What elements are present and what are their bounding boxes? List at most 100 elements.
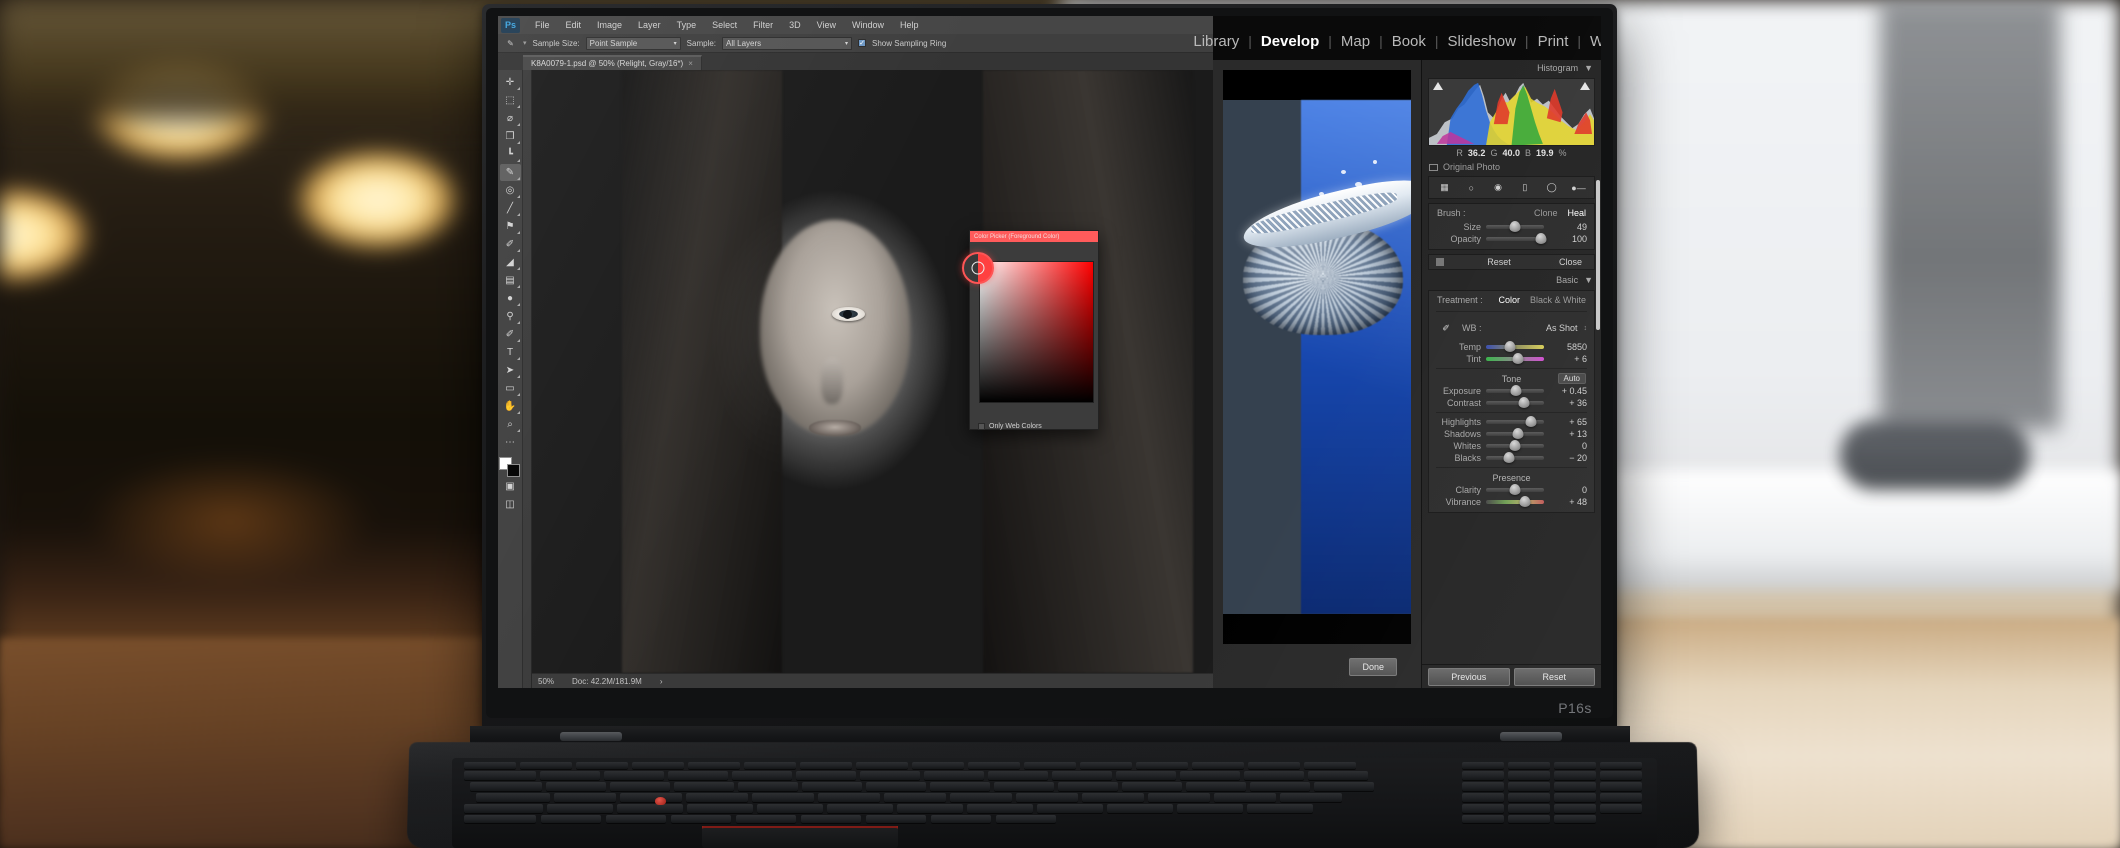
- keyboard-key[interactable]: [866, 782, 926, 791]
- numpad-key[interactable]: [1508, 771, 1550, 780]
- sample-size-dropdown[interactable]: Point Sample ▾: [586, 37, 681, 50]
- numpad-key[interactable]: [1600, 804, 1642, 813]
- keyboard-key[interactable]: [897, 804, 963, 813]
- numpad-key[interactable]: [1462, 771, 1504, 780]
- keyboard-key[interactable]: [1186, 782, 1246, 791]
- sample-dropdown[interactable]: All Layers ▾: [722, 37, 852, 50]
- tint-slider[interactable]: [1486, 357, 1544, 361]
- spot-healing-tool[interactable]: ◎: [500, 182, 521, 199]
- keyboard-key[interactable]: [687, 804, 753, 813]
- keyboard-key[interactable]: [1037, 804, 1103, 813]
- keyboard-key[interactable]: [604, 771, 664, 780]
- keyboard-key[interactable]: [967, 804, 1033, 813]
- clarity-slider[interactable]: [1486, 488, 1544, 492]
- wb-value[interactable]: As Shot: [1546, 323, 1578, 333]
- keyboard-key[interactable]: [950, 793, 1012, 802]
- numpad-key[interactable]: [1600, 762, 1642, 769]
- background-color-swatch[interactable]: [507, 464, 520, 477]
- keyboard-key[interactable]: [1180, 771, 1240, 780]
- keyboard-key[interactable]: [1122, 782, 1182, 791]
- more-tools-icon[interactable]: ⋯: [500, 434, 521, 451]
- keyboard-key[interactable]: [738, 782, 798, 791]
- keyboard-key[interactable]: [988, 771, 1048, 780]
- menu-help[interactable]: Help: [892, 20, 927, 30]
- keyboard-key[interactable]: [668, 771, 728, 780]
- keyboard-key[interactable]: [744, 762, 796, 769]
- quick-mask-icon[interactable]: ▣: [500, 478, 521, 495]
- numpad-key[interactable]: [1554, 793, 1596, 802]
- keyboard-key[interactable]: [1247, 804, 1313, 813]
- numpad-key[interactable]: [1462, 782, 1504, 791]
- numpad-key[interactable]: [1600, 771, 1642, 780]
- keyboard-key[interactable]: [1080, 762, 1132, 769]
- only-web-colors-checkbox[interactable]: [978, 423, 985, 430]
- keyboard-key[interactable]: [476, 793, 550, 802]
- keyboard-key[interactable]: [617, 804, 683, 813]
- white-balance-selector-icon[interactable]: ✐: [1436, 317, 1456, 339]
- numpad-key[interactable]: [1554, 782, 1596, 791]
- module-print[interactable]: Print: [1529, 33, 1578, 50]
- module-slideshow[interactable]: Slideshow: [1439, 33, 1525, 50]
- keyboard-key[interactable]: [996, 815, 1056, 823]
- keyboard-key[interactable]: [1192, 762, 1244, 769]
- keyboard-key[interactable]: [1116, 771, 1176, 780]
- keyboard-key[interactable]: [1016, 793, 1078, 802]
- numpad-key[interactable]: [1462, 793, 1504, 802]
- brush-opacity-slider[interactable]: [1486, 237, 1544, 241]
- keyboard-key[interactable]: [801, 815, 861, 823]
- keyboard-key[interactable]: [1250, 782, 1310, 791]
- keyboard-key[interactable]: [1244, 771, 1304, 780]
- brush-mode-clone[interactable]: Clone: [1534, 208, 1558, 218]
- path-selection-tool[interactable]: ➤: [500, 362, 521, 379]
- menu-type[interactable]: Type: [669, 20, 705, 30]
- numpad-key[interactable]: [1462, 762, 1504, 769]
- keyboard-key[interactable]: [470, 782, 542, 791]
- keyboard-key[interactable]: [1280, 793, 1342, 802]
- highlights-slider[interactable]: [1486, 420, 1544, 424]
- menu-select[interactable]: Select: [704, 20, 745, 30]
- keyboard-key[interactable]: [686, 793, 748, 802]
- keyboard-key[interactable]: [1214, 793, 1276, 802]
- show-sampling-ring-checkbox[interactable]: ✓: [858, 39, 866, 47]
- panel-scrollbar[interactable]: [1596, 180, 1600, 330]
- numpad-key[interactable]: [1508, 762, 1550, 769]
- graduated-filter-icon[interactable]: ▯: [1516, 180, 1533, 195]
- histogram-graph[interactable]: [1428, 78, 1595, 146]
- chevron-down-icon[interactable]: ▼: [1584, 63, 1593, 73]
- document-canvas[interactable]: Color Picker (Foreground Color) Only Web…: [532, 70, 1213, 673]
- keyboard-key[interactable]: [576, 762, 628, 769]
- menu-window[interactable]: Window: [844, 20, 892, 30]
- keyboard-key[interactable]: [541, 815, 601, 823]
- keyboard-key[interactable]: [1052, 771, 1112, 780]
- color-swatches[interactable]: [499, 457, 521, 477]
- keyboard-key[interactable]: [610, 782, 670, 791]
- marquee-tool[interactable]: ⬚: [500, 92, 521, 109]
- keyboard-key[interactable]: [968, 762, 1020, 769]
- numpad-key[interactable]: [1462, 804, 1504, 813]
- switch-icon[interactable]: [1436, 258, 1444, 266]
- menu-view[interactable]: View: [809, 20, 844, 30]
- keyboard-key[interactable]: [912, 762, 964, 769]
- zoom-tool[interactable]: ⌕: [500, 416, 521, 433]
- menu-edit[interactable]: Edit: [558, 20, 590, 30]
- move-tool[interactable]: ✛: [500, 74, 521, 91]
- numpad-key[interactable]: [1508, 804, 1550, 813]
- keyboard-key[interactable]: [632, 762, 684, 769]
- brush-tool[interactable]: ╱: [500, 200, 521, 217]
- tool-preset-chevron-down-icon[interactable]: ▾: [523, 39, 527, 47]
- keyboard-key[interactable]: [800, 762, 852, 769]
- crop-tool[interactable]: ┗: [500, 146, 521, 163]
- shadow-clipping-indicator-icon[interactable]: [1433, 82, 1443, 90]
- brush-reset-button[interactable]: Reset: [1482, 257, 1516, 267]
- gradient-tool[interactable]: ▤: [500, 272, 521, 289]
- eyedropper-tool[interactable]: ✎: [500, 164, 521, 181]
- red-eye-correction-icon[interactable]: ◉: [1490, 180, 1507, 195]
- module-web[interactable]: Web: [1581, 33, 1601, 50]
- quick-selection-tool[interactable]: ❒: [500, 128, 521, 145]
- numpad-key[interactable]: [1554, 762, 1596, 769]
- shadows-slider[interactable]: [1486, 432, 1544, 436]
- menu-layer[interactable]: Layer: [630, 20, 669, 30]
- keyboard-key[interactable]: [818, 793, 880, 802]
- rectangle-tool[interactable]: ▭: [500, 380, 521, 397]
- status-expand-icon[interactable]: ›: [660, 677, 663, 686]
